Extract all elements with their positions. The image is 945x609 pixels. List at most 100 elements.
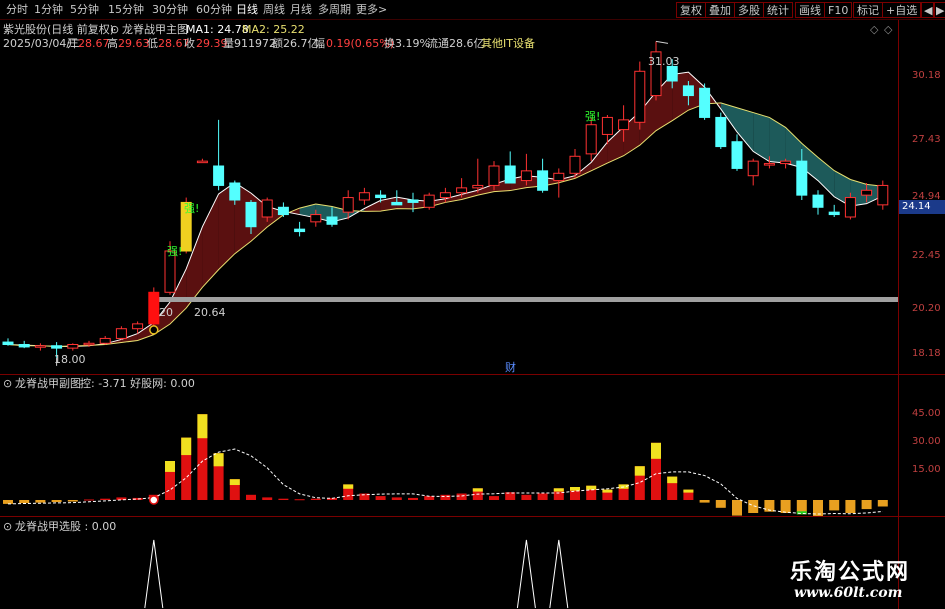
sub-bar: [553, 488, 564, 500]
sub-bar: [845, 500, 856, 513]
support-bar: [158, 297, 898, 302]
period-tab-multi[interactable]: 多周期: [318, 3, 351, 17]
period-toolbar: 分时 1分钟 5分钟 15分钟 30分钟 60分钟 日线 周线 月线 多周期 更…: [0, 0, 945, 20]
period-tab-60m[interactable]: 60分钟: [196, 3, 232, 17]
sub-bar: [19, 500, 30, 504]
period-tab-monthly[interactable]: 月线: [290, 3, 312, 17]
sub-bar-body: [877, 500, 888, 507]
draw-line-button[interactable]: 画线: [795, 2, 825, 18]
sub-indicator-toggle-icon[interactable]: ⊙: [3, 377, 12, 390]
sub-bar: [796, 500, 807, 515]
sub-bar-body: [521, 494, 532, 500]
pick-signal-spike: [516, 539, 536, 609]
sub-bar-body: [3, 500, 13, 504]
candle: [277, 202, 289, 217]
f10-button[interactable]: F10: [824, 2, 853, 18]
candle: [196, 158, 208, 164]
sub-bar-body: [100, 498, 111, 500]
candle-body: [877, 184, 889, 206]
candle-body: [504, 165, 516, 184]
overlay-button[interactable]: 叠加: [705, 2, 735, 18]
next-icon[interactable]: ▶: [933, 2, 945, 18]
mark-button[interactable]: 标记: [853, 2, 883, 18]
sub-bar-body: [67, 500, 78, 502]
period-tab-30m[interactable]: 30分钟: [152, 3, 188, 17]
candle: [520, 153, 532, 186]
candle: [148, 287, 160, 329]
sub-bar-body: [699, 500, 710, 503]
sub-indicator-chart[interactable]: [0, 390, 898, 516]
sub-bar: [651, 442, 661, 500]
candle: [747, 158, 759, 186]
candle: [2, 338, 14, 346]
sub-axis-tick: 45.00: [912, 408, 941, 419]
candle-body: [828, 211, 840, 216]
candle: [213, 119, 225, 191]
sub-bar: [343, 484, 354, 500]
candle-body: [67, 344, 79, 349]
candle: [504, 151, 516, 184]
sub-bar-body: [780, 500, 791, 513]
period-tab-1m[interactable]: 1分钟: [34, 3, 63, 17]
price-tick: 20.20: [912, 303, 941, 314]
candle-body: [699, 87, 711, 118]
strong-mark: 强!: [167, 245, 183, 258]
sub-bar: [715, 500, 726, 508]
sub-bar: [521, 494, 532, 500]
candle: [650, 41, 662, 101]
sub-bar-body: [310, 498, 321, 500]
sub-bar-body: [748, 500, 759, 513]
candle-body: [553, 172, 565, 182]
support-label-right: 20.64: [194, 306, 226, 319]
sub-bar-cap: [553, 488, 564, 492]
candle-body: [520, 170, 532, 182]
candle: [358, 187, 370, 205]
ribbon-segment: [202, 193, 219, 288]
candle: [699, 83, 711, 120]
sub-axis-tick: 15.00: [912, 464, 941, 475]
sub-bar-cap: [570, 487, 580, 491]
watermark-title: 乐淘公式网: [790, 560, 911, 585]
candle-body: [601, 116, 613, 135]
period-tab-15m[interactable]: 15分钟: [108, 3, 144, 17]
sub-bar-cap: [667, 476, 678, 484]
candle: [731, 134, 743, 171]
financial-report-marker[interactable]: 财: [505, 361, 516, 374]
candle-body: [326, 216, 338, 225]
strong-mark: 强!: [184, 202, 200, 215]
period-tab-weekly[interactable]: 周线: [263, 3, 285, 17]
period-tab-more[interactable]: 更多>: [356, 3, 387, 17]
candle-body: [407, 199, 419, 203]
multi-stock-button[interactable]: 多股: [734, 2, 764, 18]
sub-bar: [67, 500, 78, 502]
sub-bar-body: [845, 500, 856, 513]
sub-bar: [748, 500, 759, 513]
candle-body: [763, 163, 775, 166]
sub-bar-body: [715, 500, 726, 508]
candlestick-chart[interactable]: [0, 20, 898, 374]
stats-button[interactable]: 统计: [763, 2, 793, 18]
candle: [828, 204, 840, 217]
sub-bar-body: [732, 500, 742, 516]
sub-bar: [829, 500, 840, 511]
sub-bar-cap: [472, 488, 483, 492]
candle: [715, 112, 727, 149]
period-tab-5m[interactable]: 5分钟: [70, 3, 99, 17]
period-tab-daily[interactable]: 日线: [236, 3, 258, 17]
period-tab-tick[interactable]: 分时: [6, 3, 28, 17]
sub-bar: [84, 499, 94, 501]
candle-body: [51, 345, 63, 349]
candle: [34, 343, 46, 351]
candle-body: [99, 337, 111, 344]
sub-bar: [456, 493, 467, 500]
sub-bar-body: [829, 500, 840, 511]
adjust-button[interactable]: 复权: [676, 2, 706, 18]
add-watchlist-button[interactable]: +自选: [882, 2, 922, 18]
candle-body: [585, 124, 597, 155]
pick-signal-spike: [144, 539, 164, 609]
sub-bar: [165, 461, 175, 500]
sub-bars: [3, 414, 888, 516]
candle-body: [618, 119, 630, 131]
sub-indicator-values: 控: -3.71 好股网: 0.00: [80, 377, 195, 390]
candle-body: [34, 345, 46, 348]
